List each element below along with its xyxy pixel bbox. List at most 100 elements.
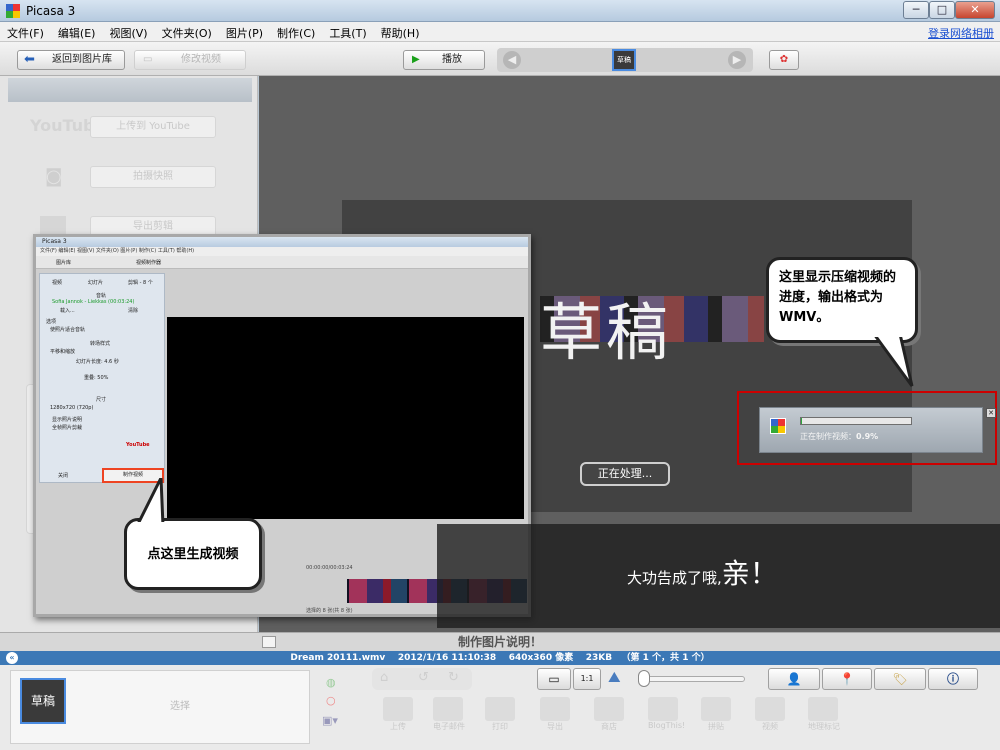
zoom-slider[interactable] (640, 676, 745, 682)
caption-bar[interactable]: 制作图片说明！ (0, 632, 1000, 651)
slide-title: 草稿 (540, 296, 673, 369)
done-overlay: 大功告成了哦,亲！ (437, 524, 1000, 628)
menu-file[interactable]: 文件(F) (0, 22, 51, 41)
location-pin-icon[interactable]: 📍 (822, 668, 872, 690)
fit-view-icon[interactable]: ▭ (537, 668, 571, 690)
title-bar: Picasa 3 ─ □ ✕ (0, 0, 1000, 22)
progress-fill (801, 418, 802, 424)
inner-slide-duration: 幻灯片长度: 4.6 秒 (76, 359, 119, 365)
upload-icon (383, 697, 413, 721)
info-filename: Dream 20111.wmv (290, 653, 386, 663)
maximize-button[interactable]: □ (929, 1, 955, 19)
snapshot-button[interactable]: 拍摄快照 (90, 166, 216, 188)
export-action[interactable]: 导出 (540, 697, 570, 732)
menu-bar: 文件(F) 编辑(E) 视图(V) 文件夹(O) 图片(P) 制作(C) 工具(T) 帮助(H… (0, 22, 1000, 42)
effects-icon[interactable]: ✿ (769, 50, 799, 70)
geotag-label: 地理标记 (808, 722, 840, 731)
menu-create[interactable]: 制作(C) (270, 22, 322, 41)
blogthis-action[interactable]: BlogThis! (648, 697, 685, 730)
clear-icon[interactable]: ○ (326, 694, 336, 707)
upload-label: 上传 (390, 722, 406, 731)
people-icon[interactable]: 👤 (768, 668, 820, 690)
inner-options-value: 使照片适合音轨 (50, 327, 86, 333)
inner-menu-text: 文件(F) 编辑(E) 视图(V) 文件夹(O) 图片(P) 制作(C) 工具(… (40, 248, 195, 254)
upload-action[interactable]: 上传 (383, 697, 413, 732)
blog-icon (648, 697, 678, 721)
current-thumbnail[interactable]: 草稿 (612, 49, 636, 71)
email-action[interactable]: 电子邮件 (433, 697, 465, 732)
menu-view[interactable]: 视图(V) (102, 22, 154, 41)
picasa-icon (770, 418, 786, 434)
menu-folder[interactable]: 文件夹(O) (155, 22, 219, 41)
inner-close: 关闭 (58, 473, 69, 479)
shop-action[interactable]: 商店 (594, 697, 624, 732)
minimize-button[interactable]: ─ (903, 1, 929, 19)
close-button[interactable]: ✕ (955, 1, 995, 19)
hold-icon[interactable]: ◍ (326, 676, 336, 689)
picture-icon[interactable]: ⛰ (608, 668, 621, 686)
callout2-pointer (870, 330, 914, 387)
next-arrow-icon[interactable]: ▶ (728, 51, 746, 69)
play-icon: ▶ (412, 54, 420, 65)
inner-youtube-icon: YouTube (126, 442, 150, 448)
menu-tools[interactable]: 工具(T) (322, 22, 373, 41)
add-to-album-icon[interactable]: ▣▾ (322, 714, 338, 727)
inner-music-track: Sofia Jannok - Liekkas (00:03:24) (52, 299, 135, 305)
processing-button[interactable]: 正在处理... (580, 462, 670, 486)
tray-thumbnail[interactable]: 草稿 (20, 678, 66, 724)
info-count: （第 1 个，共 1 个） (621, 653, 710, 663)
menu-picture[interactable]: 图片(P) (219, 22, 270, 41)
inner-time: 00:00:00/00:03:24 (306, 565, 353, 571)
shop-label: 商店 (601, 722, 617, 731)
actual-size-icon[interactable]: 1:1 (573, 668, 601, 690)
email-icon (433, 697, 463, 721)
tag-icon[interactable]: 🏷 (874, 668, 926, 690)
progress-bar (800, 417, 912, 425)
info-icon[interactable]: ⓘ (928, 668, 978, 690)
collage-action[interactable]: 拼贴 (701, 697, 731, 732)
window-title: Picasa 3 (26, 4, 76, 18)
video-label: 视频 (762, 722, 778, 731)
inner-left-panel: 视频 幻灯片 剪辑 - 8 个 音轨 Sofia Jannok - Liekka… (39, 273, 165, 483)
login-link[interactable]: 登录网络相册 (928, 25, 994, 41)
toolbar: ⬅ 返回到图片库 ▭ 修改视频 ▶ 播放 ◀ 草稿 ▶ ✿ (0, 42, 1000, 76)
print-label: 打印 (492, 722, 508, 731)
menu-help[interactable]: 帮助(H) (374, 22, 427, 41)
geotag-action[interactable]: 地理标记 (808, 697, 840, 732)
done-big: 亲！ (721, 557, 778, 590)
inner-load: 载入... (60, 308, 75, 314)
progress-percent: 0.9% (856, 432, 879, 441)
inner-check-caption: 显示照片说明 (52, 417, 83, 423)
inner-overlap: 重叠: 50% (84, 375, 109, 381)
rotate-right-icon[interactable]: ↻ (448, 670, 459, 685)
home-icon[interactable]: ⌂ (380, 670, 388, 685)
globe-icon (808, 697, 838, 721)
prev-arrow-icon[interactable]: ◀ (503, 51, 521, 69)
back-to-library-button[interactable]: ⬅ 返回到图片库 (17, 50, 125, 70)
progress-close-icon[interactable]: ✕ (986, 408, 996, 418)
film-icon: ▭ (143, 54, 153, 65)
print-icon (485, 697, 515, 721)
print-action[interactable]: 打印 (485, 697, 515, 732)
video-action[interactable]: 视频 (755, 697, 785, 732)
inner-panel-tab-slides: 幻灯片 (88, 280, 104, 286)
inner-status: 选择的 8 张(共 8 张) (306, 608, 353, 614)
info-dimensions: 640x360 像素 (508, 653, 574, 663)
inner-music-label: 音轨 (96, 293, 107, 299)
rotate-left-icon[interactable]: ↺ (418, 670, 429, 685)
caption-toggle-icon[interactable] (262, 636, 276, 648)
menu-edit[interactable]: 编辑(E) (51, 22, 103, 41)
inner-transition-label: 转场样式 (90, 341, 111, 347)
done-message: 大功告成了哦,亲！ (627, 552, 778, 592)
upload-youtube-button[interactable]: 上传到 YouTube (90, 116, 216, 138)
edit-video-button[interactable]: ▭ 修改视频 (134, 50, 246, 70)
info-size: 23KB (585, 653, 613, 663)
panel-header (8, 78, 252, 102)
inner-tab-library: 图片库 (56, 260, 72, 266)
play-button[interactable]: ▶ 播放 (403, 50, 485, 70)
zoom-slider-handle[interactable] (638, 670, 650, 687)
inner-transition-value: 平移和缩放 (50, 349, 76, 355)
collage-label: 拼贴 (708, 722, 724, 731)
inner-panel-tab-video: 视频 (52, 280, 63, 286)
info-bar: « Dream 20111.wmv 2012/1/16 11:10:38 640… (0, 651, 1000, 665)
